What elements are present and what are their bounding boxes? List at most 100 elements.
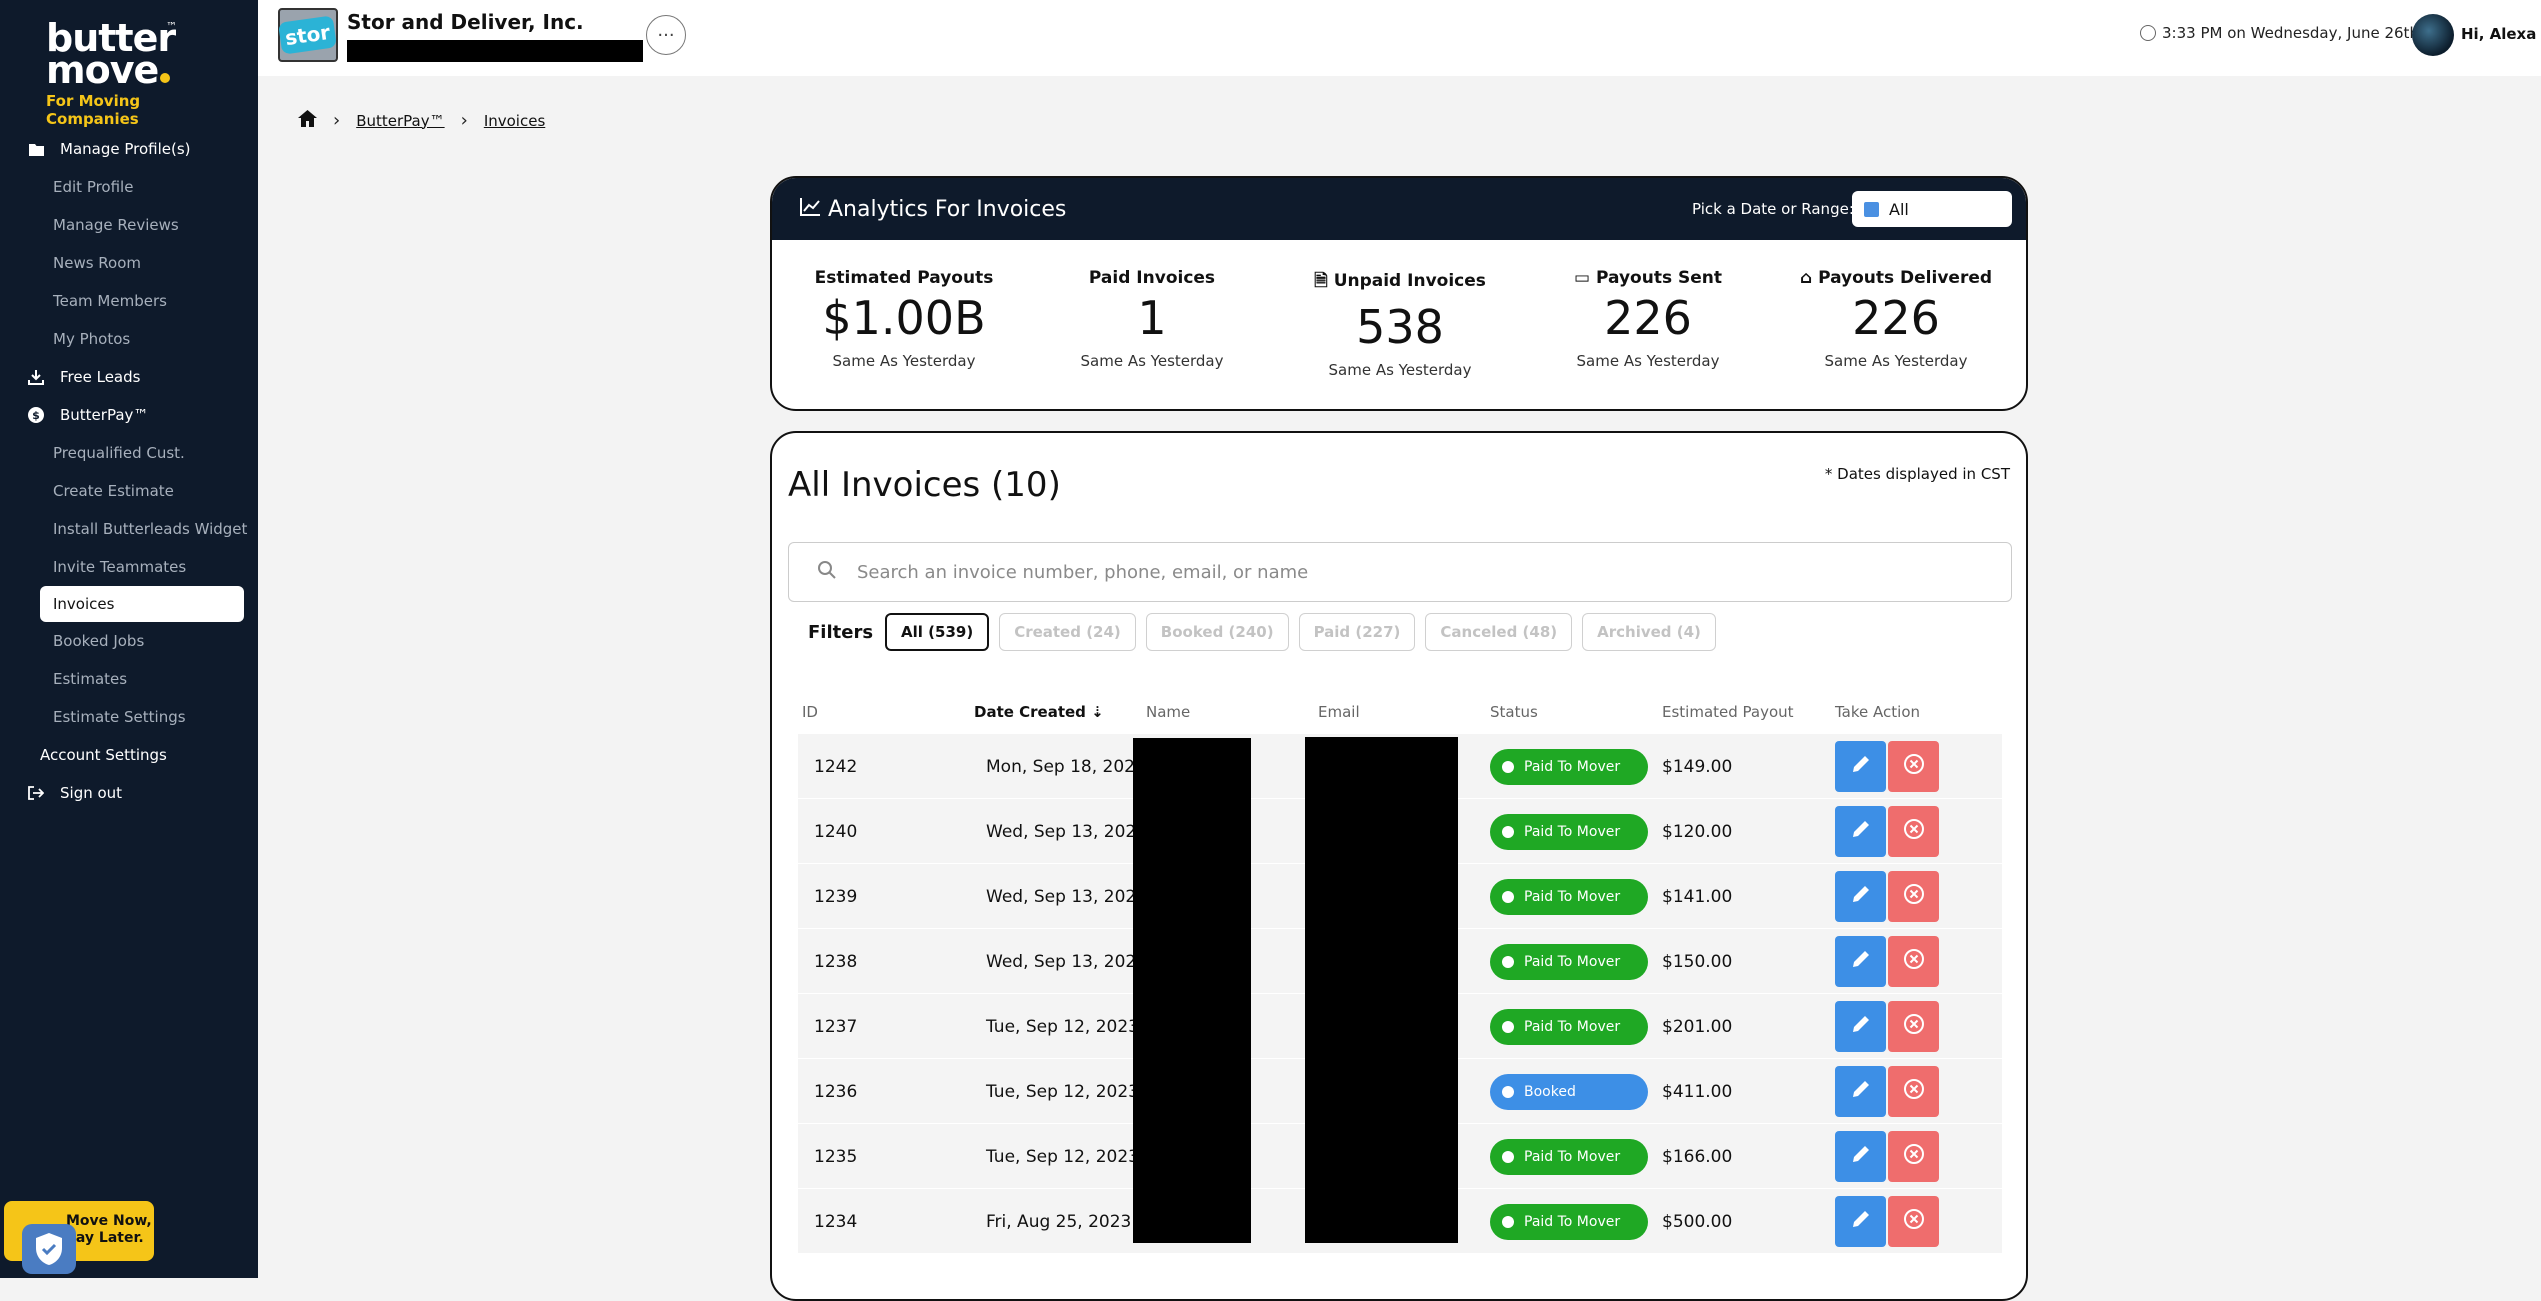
invoice-date: Wed, Sep 13, 2023 <box>986 886 1148 907</box>
more-options-button[interactable]: ··· <box>646 15 686 55</box>
current-datetime: 3:33 PM on Wednesday, June 26th <box>2140 24 2419 42</box>
user-greeting[interactable]: Hi, Alexa <box>2461 25 2536 43</box>
sidebar-item-install-widget[interactable]: Install Butterleads Widget <box>0 510 258 548</box>
search-icon <box>817 560 837 584</box>
column-header-email[interactable]: Email <box>1318 703 1360 721</box>
pencil-icon <box>1850 1078 1872 1105</box>
cancel-invoice-button[interactable] <box>1888 1196 1939 1247</box>
filter-created[interactable]: Created (24) <box>999 613 1136 651</box>
column-header-name[interactable]: Name <box>1146 703 1190 721</box>
butter-move-logo[interactable]: butter move ™ For Moving Companies <box>46 19 196 128</box>
search-input[interactable]: Search an invoice number, phone, email, … <box>788 542 2012 602</box>
column-header-id[interactable]: ID <box>802 703 818 721</box>
sidebar: butter move ™ For Moving Companies Manage… <box>0 0 258 1278</box>
analytics-title: Analytics For Invoices <box>828 196 1067 222</box>
edit-invoice-button[interactable] <box>1835 806 1886 857</box>
sidebar-item-manage-reviews[interactable]: Manage Reviews <box>0 206 258 244</box>
home-icon[interactable] <box>298 110 317 131</box>
sidebar-item-booked-jobs[interactable]: Booked Jobs <box>0 622 258 660</box>
sidebar-section-free-leads[interactable]: Free Leads <box>0 358 258 396</box>
sidebar-item-invoices[interactable]: Invoices <box>40 586 244 622</box>
status-dot-icon <box>1502 760 1514 773</box>
sidebar-item-estimates[interactable]: Estimates <box>0 660 258 698</box>
sidebar-item-invite-teammates[interactable]: Invite Teammates <box>0 548 258 586</box>
status-dot-icon <box>1502 1020 1514 1033</box>
close-circle-icon <box>1903 1208 1925 1235</box>
redacted-emails <box>1305 737 1458 1243</box>
edit-invoice-button[interactable] <box>1835 741 1886 792</box>
cancel-invoice-button[interactable] <box>1888 806 1939 857</box>
close-circle-icon <box>1903 883 1925 910</box>
filter-archived[interactable]: Archived (4) <box>1582 613 1716 651</box>
breadcrumb-invoices[interactable]: Invoices <box>484 112 545 130</box>
cancel-invoice-button[interactable] <box>1888 1131 1939 1182</box>
status-badge: Paid To Mover <box>1490 1008 1648 1045</box>
status-badge: Booked <box>1490 1073 1648 1110</box>
sign-out-link[interactable]: Sign out <box>0 774 258 812</box>
filter-canceled[interactable]: Canceled (48) <box>1425 613 1573 651</box>
cancel-invoice-button[interactable] <box>1888 936 1939 987</box>
edit-invoice-button[interactable] <box>1835 936 1886 987</box>
date-range-picker[interactable]: All <box>1852 191 2012 227</box>
money-icon: ▭ <box>1574 268 1591 288</box>
status-dot-icon <box>1502 955 1514 968</box>
stat-value: $1.00B <box>822 291 986 345</box>
invoice-id: 1239 <box>814 886 858 907</box>
invoice-payout: $120.00 <box>1662 821 1733 842</box>
status-dot-icon <box>1502 1215 1514 1228</box>
shield-check-icon[interactable] <box>22 1224 76 1274</box>
table-header: ID Date Created ⇣ Name Email Status Esti… <box>802 703 2002 729</box>
invoice-date: Tue, Sep 12, 2023 <box>986 1016 1139 1037</box>
cancel-invoice-button[interactable] <box>1888 1001 1939 1052</box>
cancel-invoice-button[interactable] <box>1888 1066 1939 1117</box>
edit-invoice-button[interactable] <box>1835 871 1886 922</box>
edit-invoice-button[interactable] <box>1835 1001 1886 1052</box>
column-header-date-created[interactable]: Date Created ⇣ <box>974 703 1104 721</box>
status-label: Booked <box>1524 1083 1576 1100</box>
invoice-id: 1240 <box>814 821 858 842</box>
sidebar-item-my-photos[interactable]: My Photos <box>0 320 258 358</box>
avatar[interactable] <box>2412 14 2454 56</box>
status-badge: Paid To Mover <box>1490 878 1648 915</box>
pencil-icon <box>1850 883 1872 910</box>
cancel-invoice-button[interactable] <box>1888 871 1939 922</box>
status-badge: Paid To Mover <box>1490 943 1648 980</box>
document-icon: 🗎 <box>1314 271 1328 291</box>
sidebar-item-edit-profile[interactable]: Edit Profile <box>0 168 258 206</box>
actions-cell <box>1835 1059 1939 1124</box>
filter-paid[interactable]: Paid (227) <box>1298 613 1416 651</box>
invoice-date: Mon, Sep 18, 2023 <box>986 756 1146 777</box>
sidebar-item-account-settings[interactable]: Account Settings <box>0 736 258 774</box>
sidebar-item-create-estimate[interactable]: Create Estimate <box>0 472 258 510</box>
sidebar-section-butterpay[interactable]: $ ButterPay™ <box>0 396 258 434</box>
filter-booked[interactable]: Booked (240) <box>1145 613 1289 651</box>
edit-invoice-button[interactable] <box>1835 1196 1886 1247</box>
invoice-payout: $500.00 <box>1662 1211 1733 1232</box>
edit-invoice-button[interactable] <box>1835 1131 1886 1182</box>
sidebar-item-estimate-settings[interactable]: Estimate Settings <box>0 698 258 736</box>
status-label: Paid To Mover <box>1524 1018 1621 1035</box>
status-label: Paid To Mover <box>1524 823 1621 840</box>
company-logo[interactable]: stor <box>278 8 338 62</box>
sort-icon: ⇣ <box>1091 703 1104 721</box>
pencil-icon <box>1850 1208 1872 1235</box>
edit-invoice-button[interactable] <box>1835 1066 1886 1117</box>
cancel-invoice-button[interactable] <box>1888 741 1939 792</box>
pencil-icon <box>1850 1013 1872 1040</box>
status-badge: Paid To Mover <box>1490 1203 1648 1240</box>
column-header-payout[interactable]: Estimated Payout <box>1662 703 1794 721</box>
sidebar-section-manage-profiles[interactable]: Manage Profile(s) <box>0 130 258 168</box>
column-header-status[interactable]: Status <box>1490 703 1538 721</box>
filter-all[interactable]: All (539) <box>885 613 990 651</box>
actions-cell <box>1835 994 1939 1059</box>
sidebar-item-team-members[interactable]: Team Members <box>0 282 258 320</box>
sign-out-label: Sign out <box>60 784 123 802</box>
stat-label: Payouts Delivered <box>1818 268 1993 288</box>
analytics-card: Analytics For Invoices Pick a Date or Ra… <box>770 176 2028 411</box>
sidebar-item-news-room[interactable]: News Room <box>0 244 258 282</box>
sidebar-item-prequalified[interactable]: Prequalified Cust. <box>0 434 258 472</box>
status-dot-icon <box>1502 1085 1514 1098</box>
timezone-note: * Dates displayed in CST <box>1824 465 2010 483</box>
breadcrumb-butterpay[interactable]: ButterPay™ <box>356 112 444 130</box>
stat-payouts-delivered: ⌂ Payouts Delivered 226 Same As Yesterda… <box>1796 240 1996 379</box>
